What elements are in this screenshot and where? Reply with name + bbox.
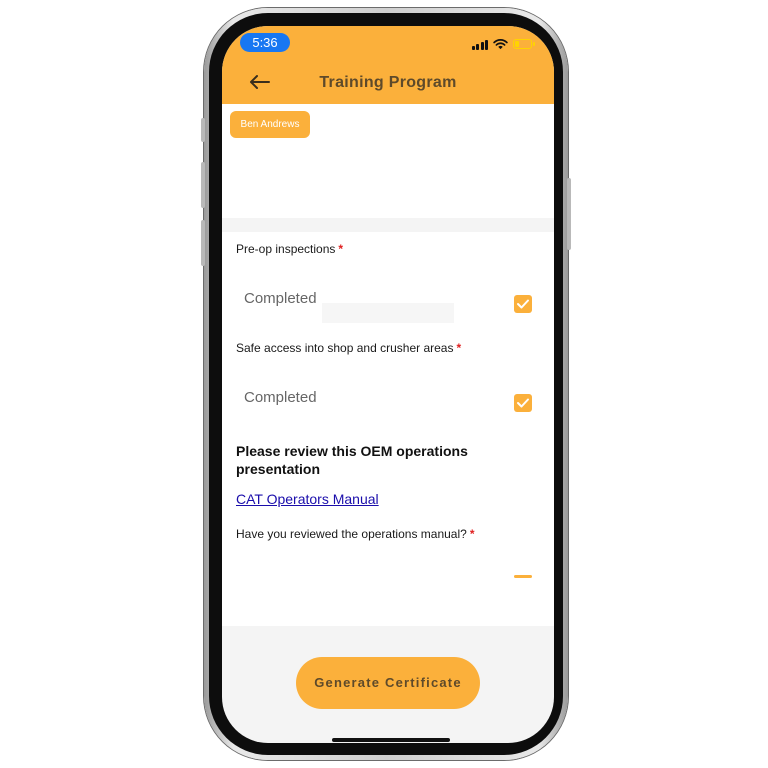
power-button bbox=[567, 178, 571, 250]
cat-operators-manual-link[interactable]: CAT Operators Manual bbox=[236, 491, 379, 507]
reviewed-manual-question: Have you reviewed the operations manual?… bbox=[236, 527, 475, 541]
generate-certificate-button[interactable]: Generate Certificate bbox=[296, 657, 480, 709]
pre-op-inspections-label: Pre-op inspections * bbox=[236, 242, 344, 256]
reviewed-manual-checkbox[interactable] bbox=[514, 575, 532, 578]
home-indicator[interactable] bbox=[332, 738, 450, 742]
safe-access-label: Safe access into shop and crusher areas * bbox=[236, 341, 462, 355]
app-header: 5:36 Training Program bbox=[222, 26, 554, 104]
volume-down-button bbox=[201, 220, 205, 266]
status-icons bbox=[471, 37, 535, 51]
trainee-card: Ben Andrews bbox=[222, 104, 554, 218]
pre-op-inspections-value: Completed bbox=[244, 290, 317, 307]
checkmark-icon bbox=[517, 299, 529, 309]
section-heading: Please review this OEM operations presen… bbox=[236, 443, 468, 477]
checkmark-icon bbox=[517, 398, 529, 408]
required-marker: * bbox=[469, 527, 475, 541]
trainee-chip[interactable]: Ben Andrews bbox=[230, 111, 310, 138]
app-screen: 5:36 Training Program Ben Andrews Pre-op… bbox=[222, 26, 554, 743]
safe-access-value: Completed bbox=[244, 389, 317, 406]
safe-access-checkbox[interactable] bbox=[514, 394, 532, 412]
volume-up-button bbox=[201, 162, 205, 208]
pre-op-inspections-checkbox[interactable] bbox=[514, 295, 532, 313]
cellular-signal-icon bbox=[471, 39, 488, 50]
battery-icon bbox=[513, 39, 535, 49]
page-title: Training Program bbox=[319, 74, 457, 91]
training-form: Pre-op inspections * Completed Safe acces… bbox=[222, 232, 554, 626]
mute-switch bbox=[201, 118, 205, 142]
required-marker: * bbox=[456, 341, 462, 355]
status-time: 5:36 bbox=[240, 33, 290, 52]
wifi-icon bbox=[493, 39, 508, 50]
required-marker: * bbox=[338, 242, 344, 256]
field-shading bbox=[322, 303, 454, 323]
phone-mockup: 5:36 Training Program Ben Andrews Pre-op… bbox=[0, 0, 768, 768]
